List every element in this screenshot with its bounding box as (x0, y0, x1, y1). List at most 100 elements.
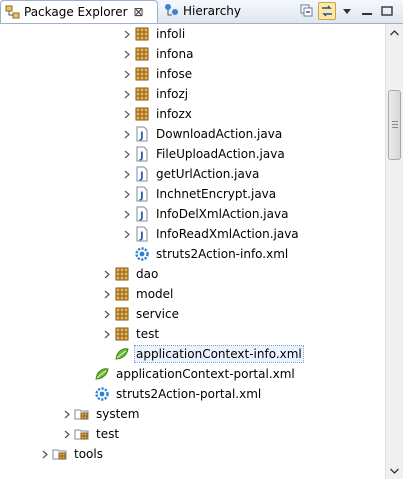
tree-item-label: InfoReadXmlAction.java (156, 227, 299, 241)
tree-item-label: system (96, 407, 140, 421)
chevron-right-icon[interactable] (122, 124, 132, 144)
vertical-scrollbar[interactable] (385, 24, 403, 479)
chevron-right-icon[interactable] (122, 104, 132, 124)
tree-row[interactable]: dao (102, 264, 160, 284)
tree-item-label: applicationContext-portal.xml (116, 367, 295, 381)
package-icon (134, 86, 150, 102)
svg-text:J: J (139, 171, 144, 182)
collapse-all-icon[interactable] (298, 2, 316, 20)
tree-item-label: test (136, 327, 160, 341)
tree-item-label: infozj (156, 87, 189, 101)
tree-item-label: FileUploadAction.java (156, 147, 285, 161)
chevron-right-icon[interactable] (102, 264, 112, 284)
chevron-right-icon[interactable] (102, 284, 112, 304)
svg-text:J: J (139, 131, 144, 142)
maximize-icon[interactable] (378, 2, 396, 20)
tree-row[interactable]: J InfoDelXmlAction.java (122, 204, 290, 224)
chevron-right-icon[interactable] (122, 44, 132, 64)
chevron-right-icon[interactable] (102, 324, 112, 344)
package-icon (134, 66, 150, 82)
package-tree[interactable]: infoli infona infose infozj infozx J DownloadA… (0, 24, 381, 479)
chevron-right-icon[interactable] (122, 204, 132, 224)
tree-row[interactable]: tools (40, 444, 105, 464)
chevron-right-icon[interactable] (122, 84, 132, 104)
tree-row[interactable]: service (102, 304, 181, 324)
chevron-right-icon[interactable] (122, 64, 132, 84)
tree-item-label: infoli (156, 27, 186, 41)
scrollbar-thumb[interactable] (388, 90, 401, 160)
folder-package-icon (74, 426, 90, 442)
tree-item-label: InchnetEncrypt.java (156, 187, 277, 201)
tree-row[interactable]: applicationContext-info.xml (102, 344, 304, 364)
package-icon (114, 286, 130, 302)
tree-row[interactable]: J InfoReadXmlAction.java (122, 224, 301, 244)
tab-package-explorer[interactable]: Package Explorer ⊠ (0, 0, 158, 23)
tree-row[interactable]: infoli (122, 24, 187, 44)
tree-row[interactable]: infose (122, 64, 194, 84)
view-menu-icon[interactable] (338, 2, 356, 20)
spring-xml-icon (114, 346, 130, 362)
view-toolbar (298, 2, 398, 20)
chevron-right-icon[interactable] (122, 24, 132, 44)
package-icon (134, 106, 150, 122)
tree-row[interactable]: J InchnetEncrypt.java (122, 184, 278, 204)
tree-item-label: service (136, 307, 179, 321)
chevron-right-icon[interactable] (122, 224, 132, 244)
tree-row[interactable]: J FileUploadAction.java (122, 144, 287, 164)
java-file-icon: J (134, 226, 150, 242)
scroll-down-icon[interactable] (386, 462, 403, 479)
tree-item-label: dao (136, 267, 159, 281)
link-with-editor-icon[interactable] (318, 2, 336, 20)
tree-row[interactable]: test (102, 324, 161, 344)
package-icon (134, 26, 150, 42)
minimize-icon[interactable] (358, 2, 376, 20)
scroll-up-icon[interactable] (386, 24, 403, 41)
tree-item-label: infozx (156, 107, 192, 121)
tree-row[interactable]: infozj (122, 84, 190, 104)
tree-item-label: struts2Action-portal.xml (116, 387, 262, 401)
java-file-icon: J (134, 146, 150, 162)
chevron-right-icon[interactable] (122, 164, 132, 184)
package-explorer-icon (5, 4, 21, 20)
tree-item-label: infose (156, 67, 193, 81)
svg-text:J: J (139, 211, 144, 222)
tree-item-label: infona (156, 47, 194, 61)
tree-item-label: applicationContext-info.xml (134, 345, 304, 363)
chevron-right-icon[interactable] (102, 304, 112, 324)
package-icon (114, 306, 130, 322)
svg-text:J: J (139, 231, 144, 242)
tree-row[interactable]: system (62, 404, 141, 424)
tree-item-label: InfoDelXmlAction.java (156, 207, 289, 221)
tree-row[interactable]: JgetUrlAction.java (122, 164, 261, 184)
tree-row[interactable]: infozx (122, 104, 194, 124)
tree-row[interactable]: test (62, 424, 121, 444)
tree-row[interactable]: J DownloadAction.java (122, 124, 284, 144)
tab-package-explorer-label: Package Explorer (24, 5, 128, 19)
spring-xml-icon (94, 366, 110, 382)
tree-row[interactable]: applicationContext-portal.xml (82, 364, 297, 384)
java-file-icon: J (134, 186, 150, 202)
package-icon (114, 326, 130, 342)
close-icon[interactable]: ⊠ (134, 5, 144, 19)
chevron-right-icon[interactable] (62, 404, 72, 424)
package-icon (134, 46, 150, 62)
chevron-right-icon[interactable] (122, 184, 132, 204)
chevron-right-icon[interactable] (62, 424, 72, 444)
tree-item-label: tools (74, 447, 103, 461)
tree-row[interactable]: struts2Action-info.xml (122, 244, 290, 264)
chevron-right-icon[interactable] (40, 444, 50, 464)
tree-row[interactable]: model (102, 284, 175, 304)
java-file-icon: J (134, 126, 150, 142)
tree-row[interactable]: infona (122, 44, 195, 64)
chevron-right-icon[interactable] (122, 144, 132, 164)
struts-xml-icon (134, 246, 150, 262)
view-tab-bar: Package Explorer ⊠ Hierarchy (0, 0, 403, 24)
tab-hierarchy[interactable]: Hierarchy (160, 0, 250, 22)
tree-item-label: struts2Action-info.xml (156, 247, 289, 261)
tree-item-label: model (136, 287, 174, 301)
tree-row[interactable]: struts2Action-portal.xml (82, 384, 263, 404)
hierarchy-icon (164, 3, 180, 19)
